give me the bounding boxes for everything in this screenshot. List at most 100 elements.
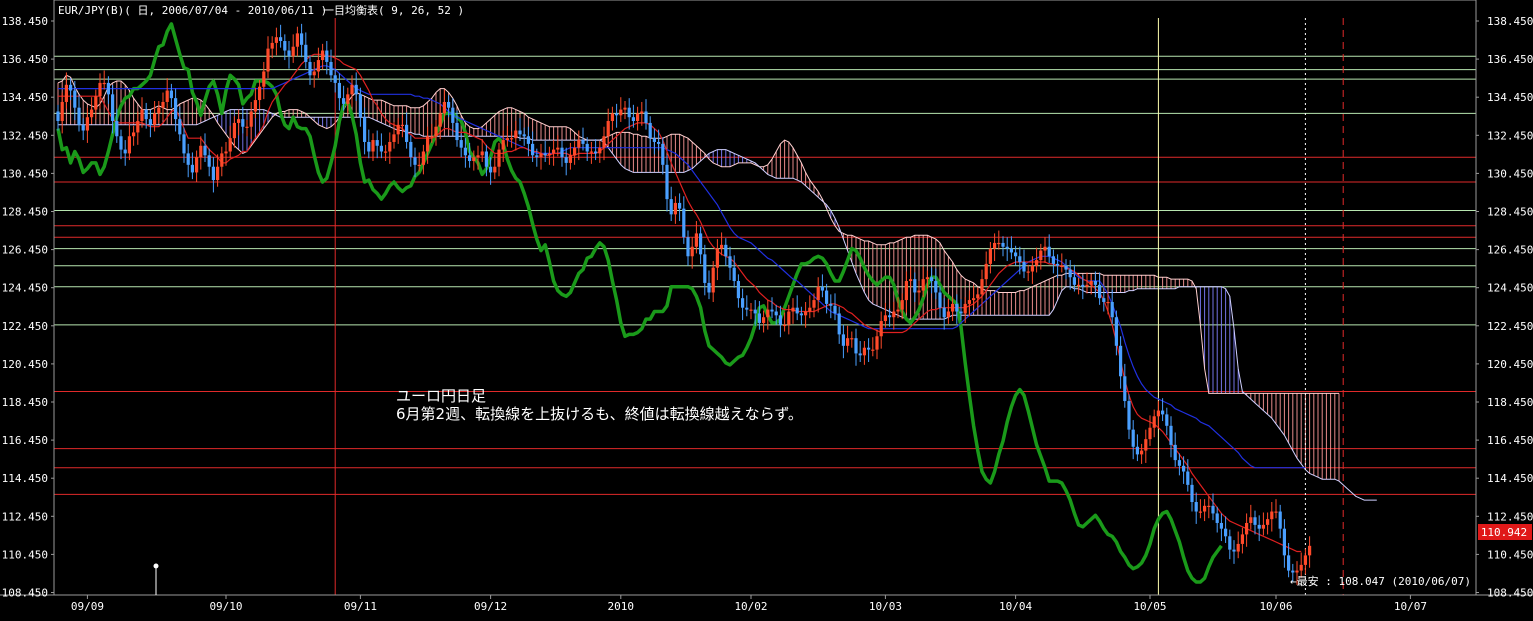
candle-body: [476, 155, 480, 158]
y-tick-label-right: 132.450: [1487, 129, 1533, 142]
y-tick-label-right: 108.450: [1487, 587, 1533, 600]
candle-body: [631, 117, 635, 122]
candle-body: [1177, 460, 1181, 466]
candle-body: [547, 153, 551, 156]
candle-body: [837, 313, 841, 335]
candle-body: [1295, 570, 1299, 573]
candle-body: [1081, 284, 1085, 287]
candle-body: [459, 140, 463, 148]
candle-body: [728, 256, 732, 268]
candle-body: [1110, 301, 1114, 318]
candle-body: [279, 37, 283, 42]
candle-body: [879, 321, 883, 337]
candle-body: [951, 303, 955, 312]
candle-body: [715, 248, 719, 268]
candle-body: [925, 277, 929, 280]
candle-body: [1018, 256, 1022, 262]
candle-body: [917, 290, 921, 293]
candle-body: [820, 286, 824, 291]
y-tick-label-right: 116.450: [1487, 434, 1533, 447]
candle-body: [644, 111, 648, 123]
x-tick-label: 10/05: [1133, 600, 1166, 613]
candle-body: [799, 313, 803, 316]
candle-body: [1098, 284, 1102, 299]
candle-body: [1119, 345, 1123, 377]
candle-body: [988, 248, 992, 264]
x-tick-label: 10/04: [999, 600, 1032, 613]
candle-body: [1001, 242, 1005, 247]
candle-body: [186, 153, 190, 165]
candle-body: [741, 298, 745, 308]
candle-body: [203, 145, 207, 156]
candle-body: [90, 109, 94, 118]
candle-body: [1140, 450, 1144, 455]
candle-body: [228, 138, 232, 152]
candle-body: [342, 98, 346, 104]
candle-body: [115, 121, 119, 137]
candle-body: [930, 277, 934, 282]
candle-body: [778, 315, 782, 325]
candle-body: [938, 292, 942, 308]
candle-body: [1299, 564, 1303, 571]
y-tick-label-left: 136.450: [2, 53, 48, 66]
candle-body: [669, 199, 673, 215]
candle-body: [825, 290, 829, 304]
candle-body: [1144, 439, 1148, 451]
candle-body: [329, 61, 333, 76]
candle-body: [190, 164, 194, 173]
candle-body: [694, 233, 698, 247]
candle-body: [1228, 536, 1232, 550]
candle-body: [1114, 317, 1118, 346]
candle-body: [862, 347, 866, 356]
candle-body: [497, 149, 501, 167]
candle-body: [132, 132, 136, 137]
candle-body: [1278, 511, 1282, 529]
candle-body: [606, 121, 610, 137]
candle-body: [972, 298, 976, 301]
x-tick-label: 2010: [608, 600, 635, 613]
annotation-text: 6月第2週、転換線を上抜けるも、終値は転換線越えならず。: [396, 405, 803, 423]
y-tick-label-left: 112.450: [2, 510, 48, 523]
candle-body: [337, 82, 341, 99]
y-tick-label-left: 134.450: [2, 91, 48, 104]
candle-body: [1072, 277, 1076, 285]
candle-body: [119, 136, 123, 150]
candle-body: [1274, 511, 1278, 513]
candle-body: [409, 141, 413, 158]
candle-body: [984, 263, 988, 280]
y-tick-label-left: 116.450: [2, 434, 48, 447]
candle-body: [875, 336, 879, 350]
candle-body: [1106, 301, 1110, 304]
candle-body: [757, 313, 761, 323]
x-tick-label: 09/11: [344, 600, 377, 613]
candle-body: [1236, 543, 1240, 552]
candle-body: [678, 202, 682, 209]
candle-body: [127, 136, 131, 154]
candle-body: [358, 94, 362, 118]
candle-body: [472, 157, 476, 162]
y-tick-label-right: 130.450: [1487, 167, 1533, 180]
candle-body: [1165, 414, 1169, 426]
candle-body: [568, 155, 572, 163]
y-tick-label-right: 110.450: [1487, 548, 1533, 561]
candle-body: [514, 130, 518, 139]
candle-body: [753, 309, 757, 314]
candle-body: [98, 82, 102, 97]
candle-body: [501, 140, 505, 150]
candle-body: [707, 282, 711, 293]
candle-body: [94, 96, 98, 110]
y-tick-label-right: 134.450: [1487, 91, 1533, 104]
candle-body: [854, 338, 858, 354]
y-tick-label-left: 122.450: [2, 320, 48, 333]
candle-body: [199, 145, 203, 158]
candle-body: [384, 151, 388, 153]
candle-body: [993, 242, 997, 249]
candle-body: [539, 153, 543, 158]
candle-body: [211, 166, 215, 181]
symbol-info: EUR/JPY(B)( 日, 2006/07/04 - 2010/06/11 ): [58, 4, 327, 17]
candle-body: [1253, 517, 1257, 525]
candle-body: [396, 124, 400, 135]
y-tick-label-right: 128.450: [1487, 206, 1533, 219]
candle-body: [249, 111, 253, 127]
candle-body: [144, 109, 148, 120]
